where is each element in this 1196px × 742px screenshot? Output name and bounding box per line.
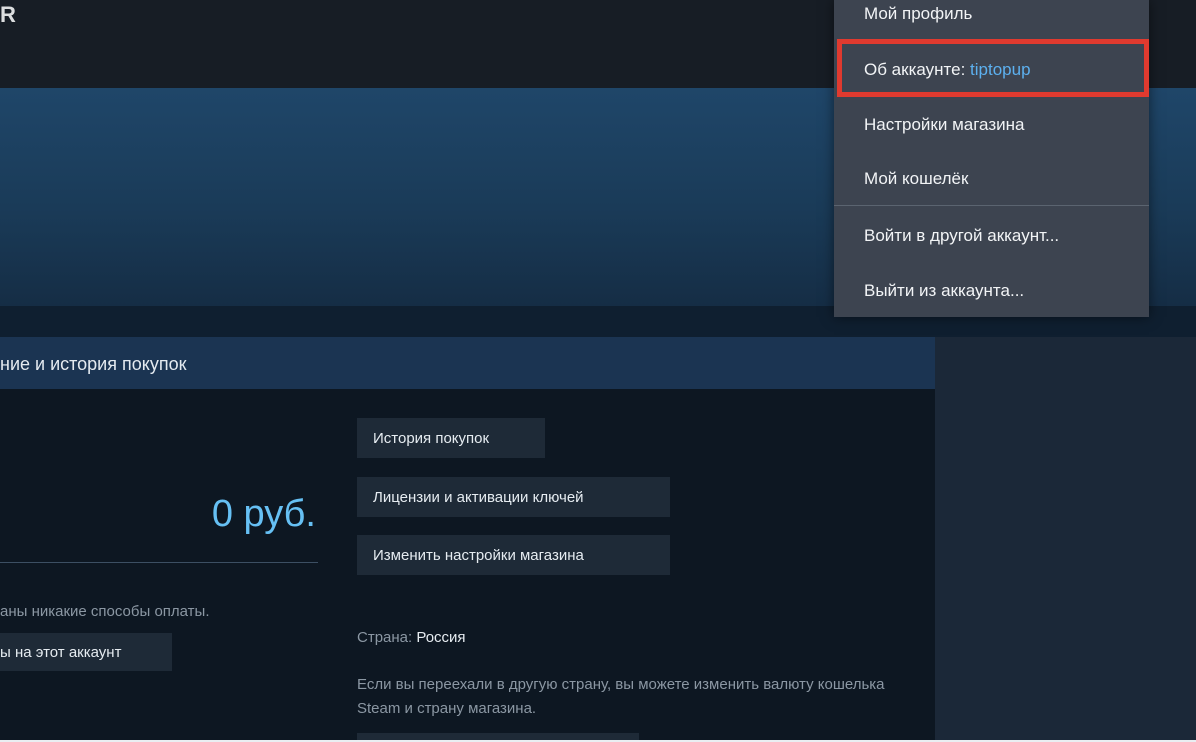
add-payment-method-button[interactable]: ы на этот аккаунт xyxy=(0,633,172,671)
no-payment-methods-text: аны никакие способы оплаты. xyxy=(0,603,210,620)
balance-divider xyxy=(0,562,318,563)
wallet-balance: 0 руб. xyxy=(211,493,316,535)
menu-item-my-profile[interactable]: Мой профиль xyxy=(834,0,1149,36)
store-purchase-section: ние и история покупок 0 руб. аны никакие… xyxy=(0,337,935,742)
menu-divider xyxy=(834,205,1149,206)
account-dropdown-menu: Мой профиль Об аккаунте: tiptopup Настро… xyxy=(834,0,1149,317)
add-payment-method-label: ы на этот аккаунт xyxy=(0,643,122,661)
change-country-text: Если вы переехали в другую страну, вы мо… xyxy=(357,676,885,717)
country-label: Страна: xyxy=(357,629,417,646)
menu-item-my-wallet[interactable]: Мой кошелёк xyxy=(834,157,1149,201)
steam-account-page: R ние и история покупок 0 руб. аны никак… xyxy=(0,0,1196,742)
purchase-history-button[interactable]: История покупок xyxy=(357,418,545,458)
section-title: ние и история покупок xyxy=(0,354,187,374)
menu-item-change-account[interactable]: Войти в другой аккаунт... xyxy=(834,214,1149,258)
steam-logo-fragment[interactable]: R xyxy=(0,2,16,28)
licenses-button[interactable]: Лицензии и активации ключей xyxy=(357,477,670,517)
country-info: Страна: Россия xyxy=(357,629,466,646)
menu-item-account-details[interactable]: Об аккаунте: tiptopup xyxy=(834,48,1149,92)
section-header: ние и история покупок xyxy=(0,337,935,389)
menu-item-store-preferences[interactable]: Настройки магазина xyxy=(834,103,1149,147)
menu-item-logout[interactable]: Выйти из аккаунта... xyxy=(834,269,1149,313)
account-details-label: Об аккаунте: xyxy=(864,60,966,79)
country-value: Россия xyxy=(416,629,466,646)
account-name: tiptopup xyxy=(970,60,1031,79)
store-settings-button[interactable]: Изменить настройки магазина xyxy=(357,535,670,575)
